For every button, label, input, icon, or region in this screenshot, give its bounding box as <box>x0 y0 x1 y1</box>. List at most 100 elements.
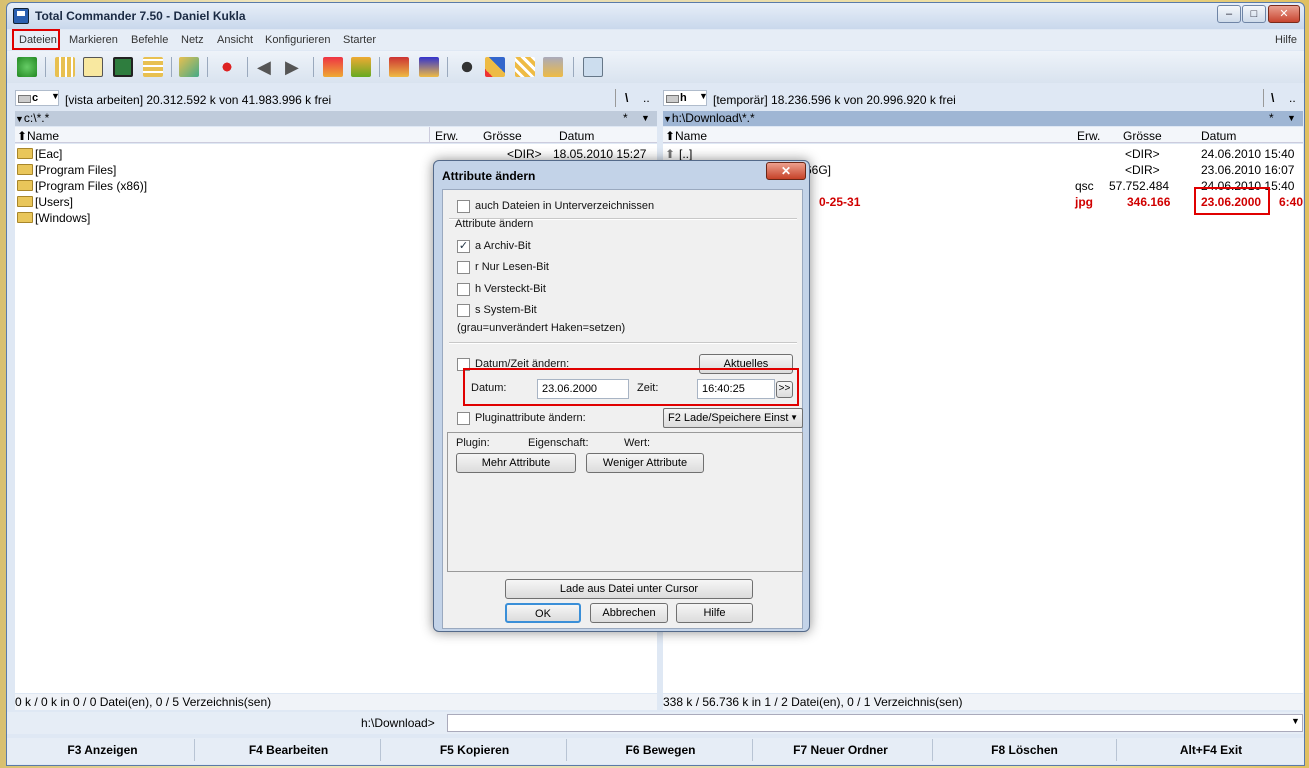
col-property: Eigenschaft: <box>528 437 589 449</box>
right-filter[interactable]: * <box>1269 111 1274 126</box>
subdirs-checkbox[interactable] <box>457 200 470 213</box>
menu-befehle[interactable]: Befehle <box>131 34 168 46</box>
search-icon[interactable] <box>457 57 477 77</box>
chevron-down-icon: ▼ <box>641 113 650 123</box>
date-label: Datum: <box>471 382 507 394</box>
invert-selection-icon[interactable] <box>179 57 199 77</box>
maximize-button[interactable]: □ <box>1242 5 1266 23</box>
brief-view-icon[interactable] <box>55 57 75 77</box>
select-icon[interactable] <box>217 57 237 77</box>
right-col-ext[interactable]: Erw. <box>1077 129 1100 143</box>
forward-icon[interactable]: ▶ <box>285 57 305 77</box>
dialog-close-button[interactable]: ✕ <box>766 162 806 180</box>
ftp-icon[interactable] <box>389 57 409 77</box>
cancel-button[interactable]: Abbrechen <box>590 603 668 623</box>
f3-view-button[interactable]: F3 Anzeigen <box>11 739 195 761</box>
alt-f4-exit-button[interactable]: Alt+F4 Exit <box>1119 739 1303 761</box>
system-checkbox[interactable] <box>457 304 470 317</box>
right-drive-bar: h ▼ [temporär] 18.236.596 k von 20.996.9… <box>663 87 1303 109</box>
time-field[interactable]: 16:40:25 <box>697 379 775 399</box>
plugin-label: Pluginattribute ändern: <box>475 412 586 424</box>
readonly-checkbox[interactable] <box>457 261 470 274</box>
fewer-attributes-button[interactable]: Weniger Attribute <box>586 453 704 473</box>
f6-move-button[interactable]: F6 Bewegen <box>569 739 753 761</box>
command-input[interactable] <box>447 714 1303 732</box>
ok-button[interactable]: OK <box>505 603 581 623</box>
attributes-dialog: Attribute ändern ✕ auch Dateien in Unter… <box>433 160 810 632</box>
plugin-attributes-area: Plugin: Eigenschaft: Wert: Mehr Attribut… <box>447 432 803 572</box>
plugin-checkbox[interactable] <box>457 412 470 425</box>
left-col-date[interactable]: Datum <box>559 129 594 143</box>
plugin-load-select[interactable]: F2 Lade/Speichere Einst ▼ <box>663 408 803 428</box>
more-attributes-button[interactable]: Mehr Attribute <box>456 453 576 473</box>
f4-edit-button[interactable]: F4 Bearbeiten <box>197 739 381 761</box>
readonly-label: r Nur Lesen-Bit <box>475 261 549 273</box>
pack-icon[interactable] <box>323 57 343 77</box>
left-path-bar[interactable]: ▼c:\*.* * ▼ <box>15 111 657 126</box>
f5-copy-button[interactable]: F5 Kopieren <box>383 739 567 761</box>
menu-hilfe[interactable]: Hilfe <box>1275 34 1297 46</box>
list-item[interactable]: [Users] <box>17 194 73 210</box>
attributes-legend: (grau=unverändert Haken=setzen) <box>457 322 626 334</box>
left-col-size[interactable]: Grösse <box>483 129 522 143</box>
right-root-button[interactable]: \ <box>1271 91 1274 105</box>
f8-delete-button[interactable]: F8 Löschen <box>933 739 1117 761</box>
menu-ansicht[interactable]: Ansicht <box>217 34 253 46</box>
hidden-checkbox[interactable] <box>457 283 470 296</box>
hidden-label: h Versteckt-Bit <box>475 283 546 295</box>
toolbar: ◀ ▶ <box>7 51 1304 83</box>
sync-icon[interactable] <box>515 57 535 77</box>
left-root-button[interactable]: \ <box>625 91 628 105</box>
load-from-cursor-button[interactable]: Lade aus Datei unter Cursor <box>505 579 753 599</box>
left-col-ext[interactable]: Erw. <box>435 129 458 143</box>
notepad-icon[interactable] <box>583 57 603 77</box>
cmd-path: h:\Download> <box>361 716 435 730</box>
compare-icon[interactable] <box>543 57 563 77</box>
menu-starter[interactable]: Starter <box>343 34 376 46</box>
chevron-down-icon: ▼ <box>1287 113 1296 123</box>
subdirs-label: auch Dateien in Unterverzeichnissen <box>475 200 655 212</box>
thumbnail-view-icon[interactable] <box>113 57 133 77</box>
right-path-bar[interactable]: ▼h:\Download\*.* * ▼ <box>663 111 1303 126</box>
right-drive-info: [temporär] 18.236.596 k von 20.996.920 k… <box>713 93 956 107</box>
archive-checkbox[interactable]: ✓ <box>457 240 470 253</box>
chevron-down-icon: ▼ <box>699 91 708 101</box>
window-title: Total Commander 7.50 - Daniel Kukla <box>35 9 246 23</box>
right-col-size[interactable]: Grösse <box>1123 129 1162 143</box>
back-icon[interactable]: ◀ <box>257 57 277 77</box>
title-bar[interactable]: Total Commander 7.50 - Daniel Kukla – □ … <box>7 3 1304 29</box>
date-highlight-box <box>1194 187 1270 215</box>
folder-icon <box>17 212 33 223</box>
folder-icon <box>17 164 33 175</box>
right-col-name[interactable]: Name <box>675 129 707 143</box>
right-up-button[interactable]: .. <box>1289 91 1296 105</box>
refresh-icon[interactable] <box>17 57 37 77</box>
menu-markieren[interactable]: Markieren <box>69 34 118 46</box>
list-item[interactable]: [Program Files] <box>17 162 116 178</box>
col-value: Wert: <box>624 437 651 449</box>
right-path: h:\Download\*.* <box>671 111 755 125</box>
floppy-disk-icon <box>13 8 29 24</box>
archive-label: a Archiv-Bit <box>475 240 531 252</box>
list-item[interactable]: [Windows] <box>17 210 90 226</box>
more-time-button[interactable]: >> <box>776 381 793 398</box>
help-button[interactable]: Hilfe <box>676 603 753 623</box>
left-up-button[interactable]: .. <box>643 91 650 105</box>
date-field[interactable]: 23.06.2000 <box>537 379 629 399</box>
left-col-name[interactable]: Name <box>27 129 59 143</box>
full-view-icon[interactable] <box>83 57 103 77</box>
f7-new-folder-button[interactable]: F7 Neuer Ordner <box>749 739 933 761</box>
menu-netz[interactable]: Netz <box>181 34 204 46</box>
close-button[interactable]: ✕ <box>1268 5 1300 23</box>
chevron-down-icon[interactable]: ▼ <box>1291 716 1300 726</box>
attributes-group-label: Attribute ändern <box>455 218 534 230</box>
minimize-button[interactable]: – <box>1217 5 1241 23</box>
list-item[interactable]: [Program Files (x86)] <box>17 178 147 194</box>
url-icon[interactable] <box>419 57 439 77</box>
tree-view-icon[interactable] <box>143 57 163 77</box>
left-filter[interactable]: * <box>623 111 628 126</box>
rename-icon[interactable] <box>485 57 505 77</box>
right-col-date[interactable]: Datum <box>1201 129 1236 143</box>
menu-konfigurieren[interactable]: Konfigurieren <box>265 34 330 46</box>
unpack-icon[interactable] <box>351 57 371 77</box>
